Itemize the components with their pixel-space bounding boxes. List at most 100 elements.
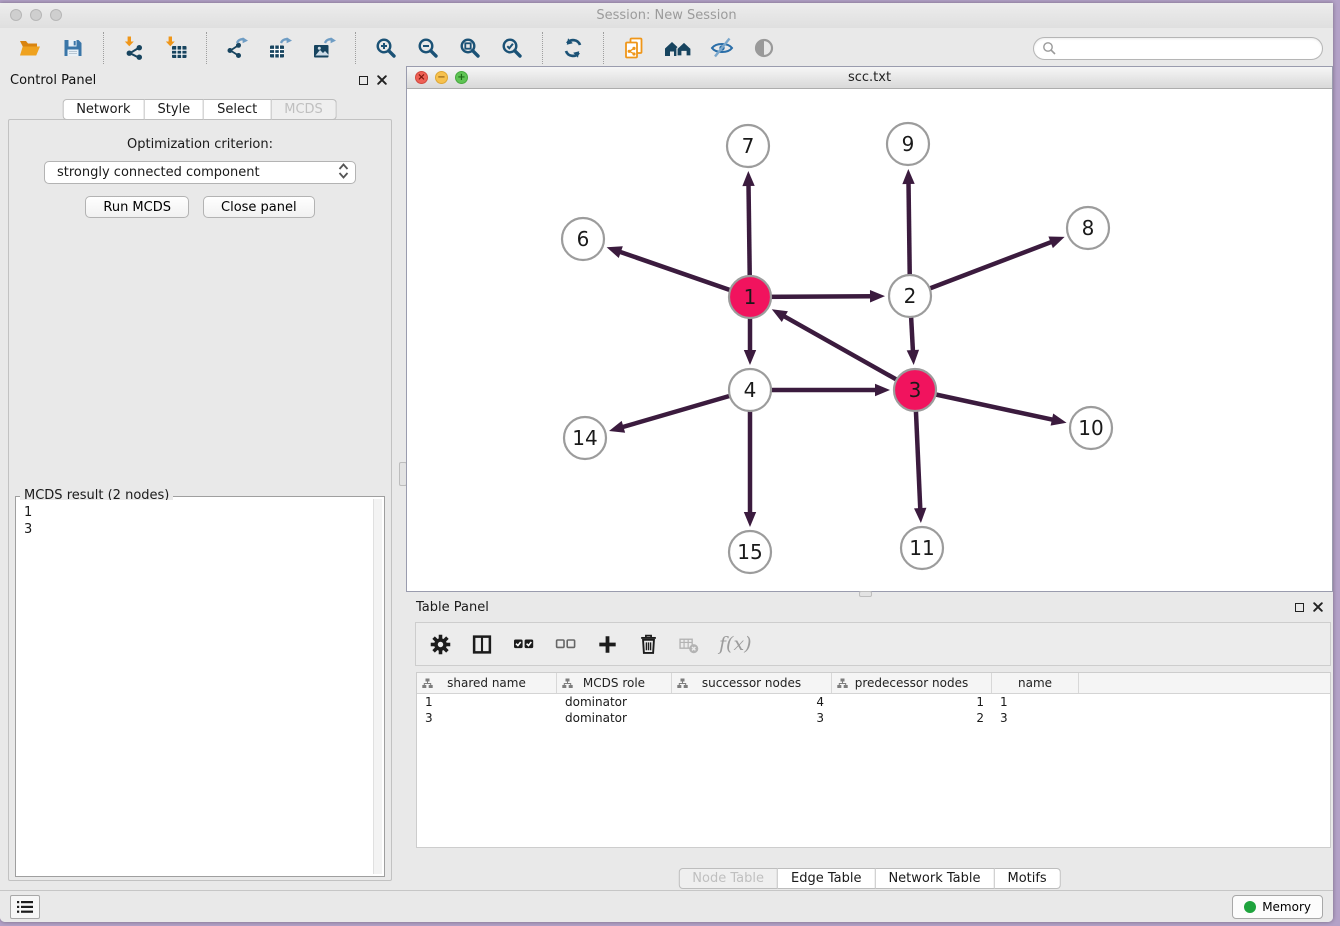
tab-node-table[interactable]: Node Table bbox=[678, 868, 778, 889]
table-tabs: Node TableEdge TableNetwork TableMotifs bbox=[678, 868, 1060, 889]
search-input[interactable] bbox=[1060, 41, 1314, 55]
graph-edge-2-8[interactable] bbox=[910, 242, 1053, 296]
split-panel-icon[interactable] bbox=[471, 634, 493, 655]
frame-close-button[interactable]: × bbox=[415, 71, 428, 84]
network-canvas[interactable]: 7968124314101511 bbox=[407, 89, 1332, 591]
bird-view-button[interactable] bbox=[750, 34, 778, 62]
cell-successor-nodes[interactable]: 4 bbox=[672, 694, 832, 710]
zoom-window-button[interactable] bbox=[50, 9, 62, 21]
zoom-in-button[interactable] bbox=[372, 34, 400, 62]
close-panel-button[interactable]: Close panel bbox=[203, 196, 315, 218]
toolbar-separator bbox=[206, 32, 207, 64]
refresh-layout-button[interactable] bbox=[559, 34, 587, 62]
mcds-result-item: 1 bbox=[24, 504, 366, 521]
memory-button[interactable]: Memory bbox=[1232, 895, 1323, 919]
export-table-button[interactable] bbox=[265, 34, 295, 62]
import-table-icon bbox=[164, 36, 188, 60]
run-mcds-button[interactable]: Run MCDS bbox=[85, 196, 189, 218]
homes-icon bbox=[664, 36, 692, 60]
float-panel-icon[interactable] bbox=[1295, 603, 1304, 612]
bird-view-icon bbox=[752, 36, 776, 60]
cell-name[interactable]: 3 bbox=[992, 710, 1079, 726]
tab-select[interactable]: Select bbox=[204, 99, 271, 120]
node-table: shared nameMCDS rolesuccessor nodesprede… bbox=[416, 672, 1331, 848]
add-column-icon[interactable] bbox=[597, 634, 618, 655]
close-panel-icon[interactable] bbox=[377, 75, 387, 85]
cell-name[interactable]: 1 bbox=[992, 694, 1079, 710]
tab-edge-table[interactable]: Edge Table bbox=[778, 868, 875, 889]
import-table-button[interactable] bbox=[162, 34, 190, 62]
export-image-icon bbox=[311, 36, 337, 60]
tab-style[interactable]: Style bbox=[144, 99, 204, 120]
frame-minimize-button[interactable]: − bbox=[435, 71, 448, 84]
table-settings-icon[interactable] bbox=[430, 634, 451, 655]
tab-network-table[interactable]: Network Table bbox=[875, 868, 994, 889]
refresh-icon bbox=[561, 36, 585, 60]
window-title: Session: New Session bbox=[0, 3, 1333, 28]
network-title: scc.txt bbox=[407, 67, 1332, 89]
close-window-button[interactable] bbox=[10, 9, 22, 21]
task-history-button[interactable] bbox=[10, 895, 40, 919]
toolbar-separator bbox=[355, 32, 356, 64]
cell-shared-name[interactable]: 3 bbox=[417, 710, 557, 726]
save-session-button[interactable] bbox=[59, 34, 87, 62]
hide-panels-button[interactable] bbox=[708, 34, 736, 62]
export-image-button[interactable] bbox=[309, 34, 339, 62]
export-network-icon bbox=[225, 36, 249, 60]
clone-network-button[interactable] bbox=[620, 34, 648, 62]
table-body: 1dominator4113dominator323 bbox=[417, 694, 1330, 726]
open-session-button[interactable] bbox=[15, 34, 45, 62]
cell-shared-name[interactable]: 1 bbox=[417, 694, 557, 710]
column-type-icon bbox=[562, 678, 573, 689]
network-window-titlebar[interactable]: × − + scc.txt bbox=[407, 67, 1332, 89]
minimize-window-button[interactable] bbox=[30, 9, 42, 21]
float-panel-icon[interactable] bbox=[359, 76, 368, 85]
node-label: 1 bbox=[744, 285, 757, 309]
node-label: 10 bbox=[1078, 416, 1103, 440]
column-header-name[interactable]: name bbox=[992, 673, 1079, 693]
graph-edge-3-1[interactable] bbox=[783, 316, 915, 390]
edge-arrowhead bbox=[902, 169, 914, 184]
network-window: × − + scc.txt 7968124314101511 bbox=[406, 66, 1333, 592]
column-header-successor-nodes[interactable]: successor nodes bbox=[672, 673, 832, 693]
open-folder-icon bbox=[17, 36, 43, 60]
tab-network[interactable]: Network bbox=[62, 99, 144, 120]
close-panel-icon[interactable] bbox=[1313, 602, 1323, 612]
open-samples-button[interactable] bbox=[662, 34, 694, 62]
node-label: 15 bbox=[737, 540, 762, 564]
cell-predecessor-nodes[interactable]: 2 bbox=[832, 710, 992, 726]
cell-predecessor-nodes[interactable]: 1 bbox=[832, 694, 992, 710]
column-type-icon bbox=[837, 678, 848, 689]
frame-maximize-button[interactable]: + bbox=[455, 71, 468, 84]
delete-column-icon[interactable] bbox=[638, 633, 659, 655]
zoom-out-button[interactable] bbox=[414, 34, 442, 62]
delete-table-icon[interactable] bbox=[679, 635, 699, 654]
node-label: 3 bbox=[909, 378, 922, 402]
tab-mcds[interactable]: MCDS bbox=[271, 99, 337, 120]
tab-motifs[interactable]: Motifs bbox=[994, 868, 1060, 889]
cell-mcds-role[interactable]: dominator bbox=[557, 694, 672, 710]
deselect-all-icon[interactable] bbox=[555, 634, 577, 654]
control-panel-tabs: NetworkStyleSelectMCDS bbox=[62, 99, 337, 120]
mcds-result-list: 13 bbox=[18, 500, 372, 874]
import-network-button[interactable] bbox=[120, 34, 148, 62]
cell-successor-nodes[interactable]: 3 bbox=[672, 710, 832, 726]
node-label: 14 bbox=[572, 426, 597, 450]
toolbar-separator bbox=[542, 32, 543, 64]
zoom-fit-button[interactable] bbox=[456, 34, 484, 62]
result-scrollbar[interactable] bbox=[373, 499, 382, 874]
criterion-dropdown[interactable]: strongly connected component bbox=[44, 161, 356, 184]
function-builder-icon[interactable]: f(x) bbox=[719, 633, 752, 655]
table-row[interactable]: 3dominator323 bbox=[417, 710, 1330, 726]
table-row[interactable]: 1dominator411 bbox=[417, 694, 1330, 710]
zoom-selected-button[interactable] bbox=[498, 34, 526, 62]
column-type-icon bbox=[677, 678, 688, 689]
column-header-mcds-role[interactable]: MCDS role bbox=[557, 673, 672, 693]
export-network-button[interactable] bbox=[223, 34, 251, 62]
select-all-icon[interactable] bbox=[513, 634, 535, 654]
zoom-fit-icon bbox=[458, 36, 482, 60]
edge-arrowhead bbox=[1048, 236, 1064, 248]
column-header-shared-name[interactable]: shared name bbox=[417, 673, 557, 693]
cell-mcds-role[interactable]: dominator bbox=[557, 710, 672, 726]
column-header-predecessor-nodes[interactable]: predecessor nodes bbox=[832, 673, 992, 693]
